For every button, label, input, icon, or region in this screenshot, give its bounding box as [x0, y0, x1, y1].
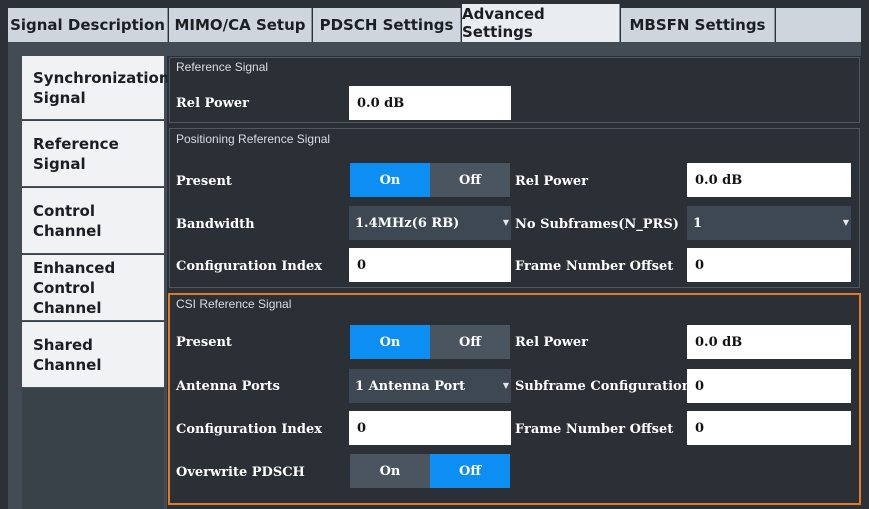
sidebar-item-control-channel[interactable]: Control Channel — [22, 188, 164, 254]
ref-rel-power-label: Rel Power — [176, 96, 249, 111]
chevron-down-icon: ▼ — [502, 381, 509, 390]
prs-bandwidth-dropdown[interactable]: 1.4MHz(6 RB) ▼ — [349, 206, 511, 240]
csi-overwrite-off[interactable]: Off — [430, 454, 510, 488]
tab-bar-filler — [776, 8, 861, 42]
chevron-down-icon: ▼ — [842, 218, 849, 227]
csi-antenna-ports-value: 1 Antenna Port — [355, 378, 466, 394]
sidebar-item-shared-channel[interactable]: Shared Channel — [22, 322, 164, 388]
chevron-down-icon: ▼ — [502, 218, 509, 227]
csi-title: CSI Reference Signal — [176, 297, 292, 311]
csi-rel-power-label: Rel Power — [515, 335, 588, 350]
sidebar-item-label: Reference Signal — [33, 134, 119, 173]
csi-present-on[interactable]: On — [350, 325, 430, 359]
prs-config-index-field[interactable]: 0 — [349, 248, 511, 282]
reference-signal-section — [169, 57, 860, 123]
csi-present-toggle[interactable]: On Off — [350, 325, 510, 359]
ref-rel-power-field[interactable]: 0.0 dB — [349, 86, 511, 120]
tab-signal-description[interactable]: Signal Description — [8, 8, 168, 42]
csi-overwrite-pdsch-toggle[interactable]: On Off — [350, 454, 510, 488]
csi-present-off[interactable]: Off — [430, 325, 510, 359]
sidebar-item-reference-signal[interactable]: Reference Signal — [22, 121, 164, 187]
csi-rel-power-field[interactable]: 0.0 dB — [687, 325, 851, 359]
csi-overwrite-pdsch-label: Overwrite PDSCH — [176, 465, 305, 480]
csi-frame-offset-label: Frame Number Offset — [515, 422, 674, 437]
prs-rel-power-label: Rel Power — [515, 174, 588, 189]
tab-advanced-settings[interactable]: Advanced Settings — [462, 4, 620, 42]
csi-config-index-label: Configuration Index — [176, 422, 322, 437]
sidebar-item-label: Shared Channel — [33, 335, 102, 374]
sidebar-item-synchronization-signal[interactable]: Synchronization Signal — [22, 56, 170, 120]
prs-bandwidth-value: 1.4MHz(6 RB) — [355, 215, 460, 231]
tab-bar: Signal Description MIMO/CA Setup PDSCH S… — [0, 0, 869, 42]
prs-present-label: Present — [176, 174, 232, 189]
prs-present-on[interactable]: On — [350, 163, 430, 197]
csi-subframe-config-field[interactable]: 0 — [687, 369, 851, 403]
prs-config-index-label: Configuration Index — [176, 259, 322, 274]
csi-present-label: Present — [176, 335, 232, 350]
prs-no-subframes-value: 1 — [693, 215, 703, 231]
reference-signal-title: Reference Signal — [176, 60, 269, 74]
sidebar-item-label: Control Channel — [33, 201, 102, 240]
csi-config-index-field[interactable]: 0 — [349, 411, 511, 445]
csi-frame-offset-field[interactable]: 0 — [687, 411, 851, 445]
prs-frame-offset-label: Frame Number Offset — [515, 259, 674, 274]
prs-no-subframes-label: No Subframes(N_PRS) — [515, 217, 679, 232]
csi-antenna-ports-label: Antenna Ports — [176, 379, 280, 394]
prs-present-toggle[interactable]: On Off — [350, 163, 510, 197]
sidebar-item-enhanced-control-channel[interactable]: Enhanced Control Channel — [22, 255, 164, 321]
prs-title: Positioning Reference Signal — [176, 132, 331, 146]
prs-no-subframes-dropdown[interactable]: 1 ▼ — [687, 206, 851, 240]
prs-bandwidth-label: Bandwidth — [176, 217, 255, 232]
tab-pdsch-settings[interactable]: PDSCH Settings — [313, 8, 461, 42]
csi-subframe-config-label: Subframe Configuration — [515, 379, 692, 394]
tab-mimo-ca-setup[interactable]: MIMO/CA Setup — [169, 8, 312, 42]
sidebar-item-label: Enhanced Control Channel — [33, 258, 116, 317]
csi-overwrite-on[interactable]: On — [350, 454, 430, 488]
prs-present-off[interactable]: Off — [430, 163, 510, 197]
prs-rel-power-field[interactable]: 0.0 dB — [687, 163, 851, 197]
csi-antenna-ports-dropdown[interactable]: 1 Antenna Port ▼ — [349, 369, 511, 403]
prs-frame-offset-field[interactable]: 0 — [687, 248, 851, 282]
tab-mbsfn-settings[interactable]: MBSFN Settings — [621, 8, 775, 42]
sidebar-item-label: Synchronization Signal — [33, 68, 170, 107]
